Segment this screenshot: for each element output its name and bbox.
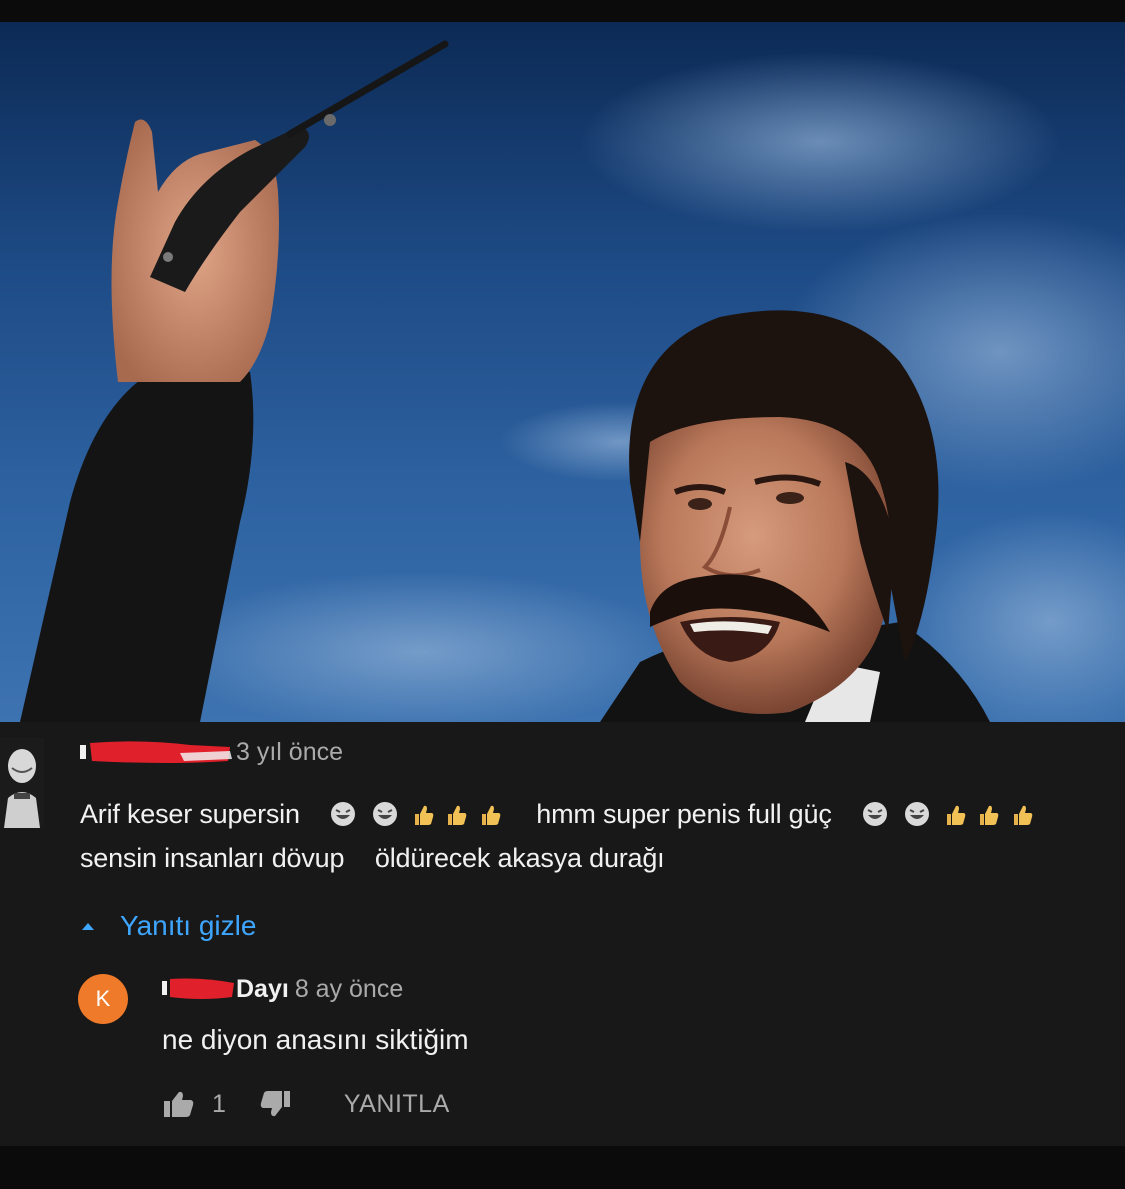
laughing-emoji-icon (863, 802, 888, 826)
thumbs-up-emoji-icon (415, 805, 434, 825)
reply-actions: 1 YANITLA (162, 1086, 450, 1122)
caret-up-icon (82, 923, 94, 930)
video-frame[interactable] (0, 22, 1125, 722)
comment-header: 3 yıl önce (80, 736, 343, 768)
redacted-reply-username[interactable] (162, 977, 234, 1001)
comment-text-line-2a: sensin insanları dövup (80, 843, 345, 873)
video-still-illustration (20, 40, 1125, 722)
comment-text: Arif keser supersin hmm super penis full… (80, 792, 1100, 880)
comment-text-part-1: Arif keser supersin (80, 799, 300, 829)
thumbs-up-emoji-icon (481, 805, 500, 825)
thumbs-down-icon[interactable] (258, 1089, 292, 1119)
reply-avatar-letter: K (95, 986, 111, 1011)
thumbs-up-emoji-icon (980, 805, 999, 825)
reply-text: ne diyon anasını siktiğim (162, 1024, 469, 1055)
laughing-emoji-icon (372, 802, 397, 826)
redacted-username[interactable] (80, 739, 232, 765)
comment-line-2: sensin insanları dövup öldürecek akasya … (80, 836, 1100, 880)
comment-text-line-2b: öldürecek akasya durağı (374, 843, 665, 873)
reply-header: Dayı 8 ay önce (162, 972, 403, 1006)
thumbs-up-emoji-icon (1013, 805, 1032, 825)
laughing-emoji-icon (331, 802, 356, 826)
commenter-avatar[interactable] (0, 738, 44, 828)
reply-author-name[interactable]: Dayı (236, 975, 289, 1004)
like-count: 1 (212, 1089, 226, 1118)
reply-avatar[interactable]: K (78, 974, 128, 1024)
reply-button[interactable]: YANITLA (344, 1090, 450, 1119)
thumbs-up-icon[interactable] (162, 1089, 196, 1119)
comment-thread: 3 yıl önce Arif keser supersin hmm super… (0, 722, 1125, 1146)
screenshot-frame: 3 yıl önce Arif keser supersin hmm super… (0, 0, 1125, 1189)
reply-timestamp: 8 ay önce (294, 974, 404, 1003)
comment-line-1: Arif keser supersin hmm super penis full… (80, 792, 1100, 836)
comment-timestamp: 3 yıl önce (236, 737, 344, 766)
laughing-emoji-icon (904, 802, 929, 826)
bottom-border (0, 1146, 1125, 1189)
hide-replies-toggle[interactable]: Yanıtı gizle (80, 906, 256, 946)
thumbs-up-emoji-icon (946, 805, 966, 825)
hide-replies-label: Yanıtı gizle (120, 910, 257, 941)
comment-text-part-2: hmm super penis full güç (536, 799, 832, 829)
thumbs-up-emoji-icon (448, 805, 467, 825)
